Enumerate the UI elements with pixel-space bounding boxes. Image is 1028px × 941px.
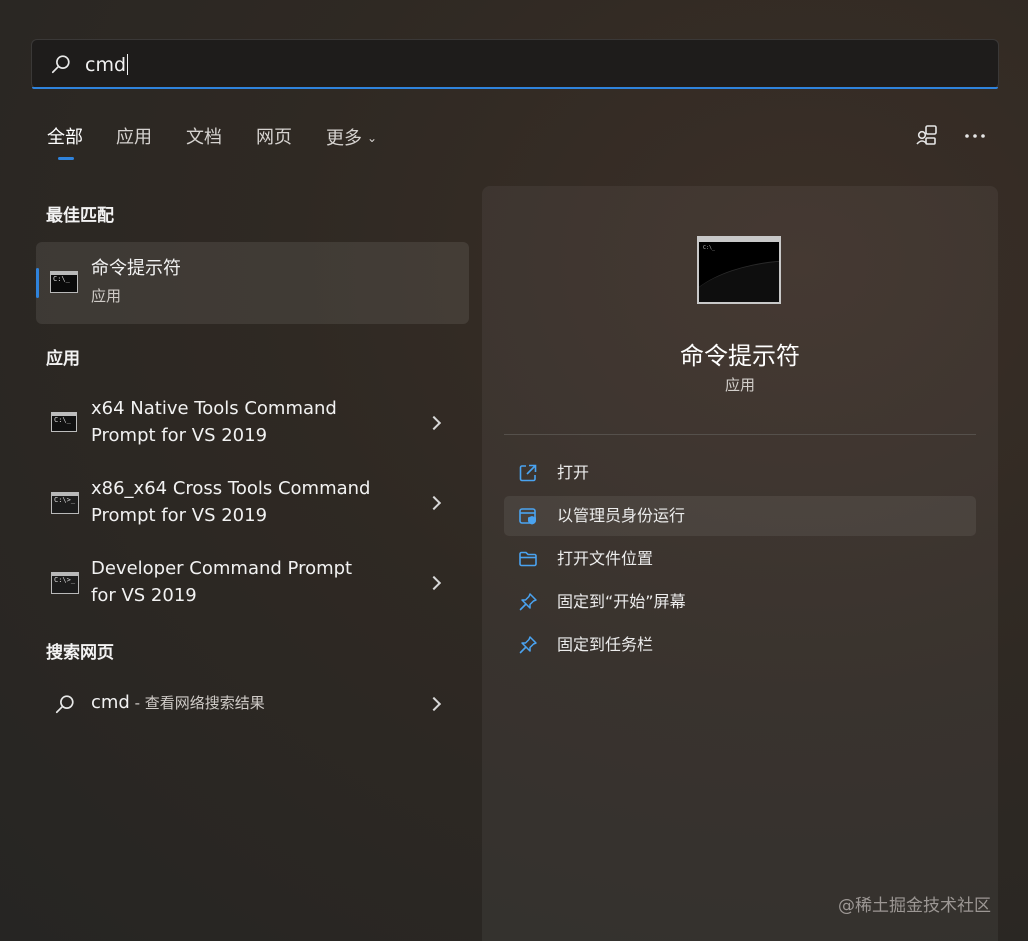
action-open[interactable]: 打开 [504,453,976,493]
cmd-icon: C:\_ [50,271,78,293]
app-title-line1: x64 Native Tools Command [91,398,337,419]
action-run-as-admin[interactable]: 以管理员身份运行 [504,496,976,536]
action-label: 固定到“开始”屏幕 [557,592,686,611]
selection-accent [36,268,39,298]
panel-subtitle: 应用 [724,376,755,394]
action-pin-to-start[interactable]: 固定到“开始”屏幕 [504,582,976,622]
search-input[interactable]: cmd [85,52,129,78]
active-tab-indicator [58,157,74,160]
watermark: @稀土掘金技术社区 [838,896,991,916]
best-match-subtitle: 应用 [91,287,122,305]
web-search-heading: 搜索网页 [46,643,114,663]
panel-title: 命令提示符 [680,342,800,370]
best-match-item[interactable] [36,242,469,324]
action-label: 以管理员身份运行 [557,506,686,525]
web-search-suffix: - 查看网络搜索结果 [129,694,265,712]
tab-more-label: 更多 [326,128,362,149]
tab-documents[interactable]: 文档 [186,126,222,150]
action-label: 固定到任务栏 [557,635,654,654]
tab-apps[interactable]: 应用 [116,126,152,150]
search-focus-underline [32,87,998,89]
text-caret [127,54,129,75]
pin-icon [519,636,537,654]
cmd-icon: C:\>_ [51,572,79,594]
pin-icon [519,593,537,611]
panel-divider [504,434,976,435]
search-box[interactable]: cmd [31,39,999,89]
tab-more[interactable]: 更多 ⌄ [326,126,377,151]
search-icon [51,55,70,74]
share-device-icon[interactable] [914,123,940,149]
app-title-line2: Prompt for VS 2019 [91,505,268,526]
action-label: 打开 [557,463,590,482]
open-external-icon [519,464,537,482]
action-pin-to-taskbar[interactable]: 固定到任务栏 [504,625,976,665]
app-title-line1: Developer Command Prompt [91,558,353,579]
web-search-text: cmd - 查看网络搜索结果 [91,690,265,716]
tab-all[interactable]: 全部 [47,126,83,150]
action-open-file-location[interactable]: 打开文件位置 [504,539,976,579]
chevron-down-icon: ⌄ [367,131,378,145]
cmd-icon: C:\>_ [51,492,79,514]
apps-heading: 应用 [46,349,80,369]
best-match-heading: 最佳匹配 [46,206,114,226]
app-title-line2: for VS 2019 [91,585,197,606]
tab-web[interactable]: 网页 [256,126,292,150]
admin-shield-icon [519,508,536,525]
cmd-large-icon: C:\_ [697,236,781,304]
search-icon [55,695,74,714]
action-label: 打开文件位置 [557,549,654,568]
app-title-line2: Prompt for VS 2019 [91,425,268,446]
more-options-icon[interactable] [962,123,988,149]
app-title-line1: x86_x64 Cross Tools Command [91,478,371,499]
web-search-query: cmd [91,692,130,713]
folder-icon [519,551,537,567]
cmd-icon: C:\_ [51,412,77,432]
best-match-title: 命令提示符 [91,258,181,279]
